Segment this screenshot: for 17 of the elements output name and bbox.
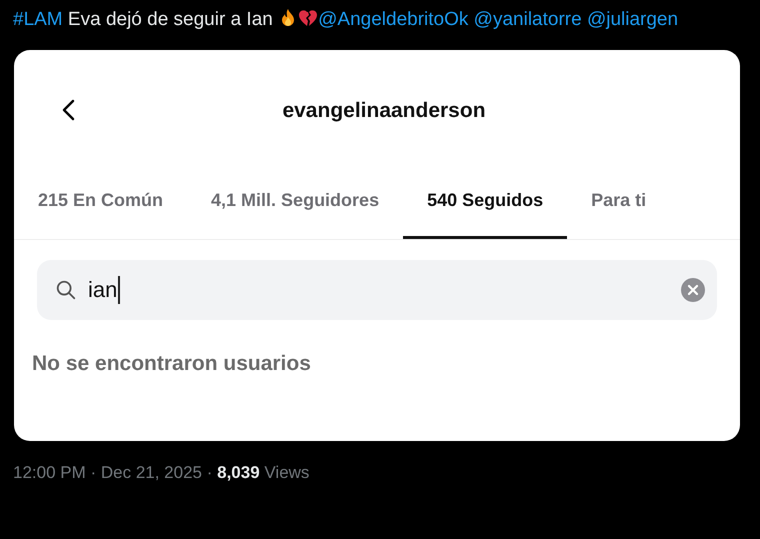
tab[interactable]: 215 En Común	[38, 172, 164, 239]
broken-heart-icon	[298, 8, 318, 28]
search-icon	[55, 279, 77, 301]
clear-icon[interactable]	[681, 278, 705, 302]
mention-link[interactable]: @juliargen	[586, 9, 678, 30]
tweet-meta: 12:00 PM · Dec 21, 2025 · 8,039 Views	[13, 463, 310, 483]
tweet-text: #LAM Eva dejó de seguir a Ian @AngeldebritoOk @yanilatorre @juliargen	[13, 7, 680, 32]
tab[interactable]: 4,1 Mill. Seguidores	[211, 172, 380, 239]
text-cursor	[118, 276, 120, 304]
mention-link[interactable]: @yanilatorre	[474, 9, 582, 30]
mention-link[interactable]: @AngeldebritoOk	[318, 9, 468, 30]
empty-message: No se encontraron usuarios	[32, 352, 312, 376]
tab[interactable]: 540 Seguidos	[403, 172, 568, 239]
search-field[interactable]: ian	[37, 260, 717, 320]
hashtag-link[interactable]: #LAM	[13, 9, 63, 30]
tab[interactable]: Para ti	[591, 172, 646, 239]
profile-username: evangelinaanderson	[282, 99, 486, 123]
